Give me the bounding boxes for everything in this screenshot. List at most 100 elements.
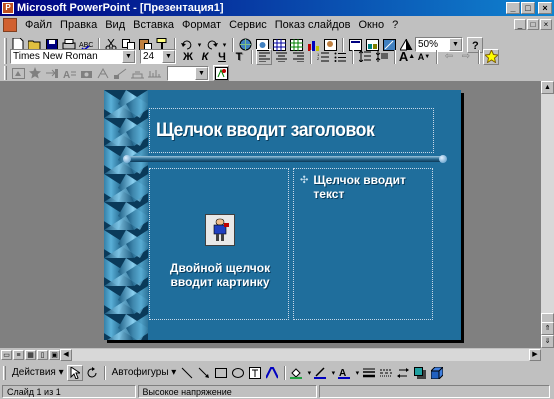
typewriter-effect-icon[interactable] — [129, 65, 145, 81]
document-system-menu-icon[interactable] — [3, 18, 17, 32]
numbering-icon[interactable]: 12 — [315, 49, 331, 65]
bullets-icon[interactable] — [332, 49, 348, 65]
previous-slide-button[interactable]: ⇑ — [541, 322, 554, 335]
align-left-icon[interactable] — [256, 48, 272, 65]
svg-text:2: 2 — [317, 56, 320, 61]
select-objects-icon[interactable] — [66, 365, 83, 381]
star-icon[interactable] — [27, 65, 43, 81]
fill-color-dropdown[interactable]: ▾ — [306, 365, 312, 381]
notes-view-icon[interactable]: ▯ — [37, 350, 48, 360]
font-color-dropdown[interactable]: ▾ — [354, 365, 360, 381]
text-box-icon[interactable] — [247, 365, 263, 381]
align-right-icon[interactable] — [290, 49, 306, 65]
chevron-down-icon[interactable]: ▼ — [122, 50, 135, 63]
menu-edit[interactable]: Правка — [56, 19, 101, 31]
close-button[interactable]: × — [538, 2, 552, 14]
menu-tools[interactable]: Сервис — [225, 19, 271, 31]
custom-animation-icon[interactable] — [213, 65, 229, 81]
increase-spacing-icon[interactable] — [357, 49, 373, 65]
chevron-down-icon[interactable]: ▼ — [195, 66, 208, 80]
reverse-order-icon[interactable] — [146, 65, 162, 81]
rectangle-icon[interactable] — [213, 365, 229, 381]
actions-menu-button[interactable]: Действия ▾ — [9, 365, 67, 381]
title-bar[interactable]: P Microsoft PowerPoint - [Презентация1] … — [0, 0, 554, 16]
line-style-icon[interactable] — [361, 365, 377, 381]
text-placeholder[interactable]: ✣ Щелчок вводит текст — [293, 168, 433, 320]
slide-show-view-icon[interactable]: ▣ — [49, 350, 60, 360]
underline-button[interactable]: Ч — [214, 49, 230, 65]
menu-bar: Файл Правка Вид Вставка Формат Сервис По… — [0, 16, 554, 34]
maximize-button[interactable]: □ — [521, 2, 535, 14]
doc-minimize-button[interactable]: _ — [514, 19, 526, 30]
chevron-down-icon[interactable]: ▼ — [162, 50, 175, 63]
italic-button[interactable]: К — [197, 49, 213, 65]
animation-effects-icon[interactable] — [483, 48, 499, 65]
camera-effect-icon[interactable] — [78, 65, 94, 81]
autoshapes-menu-button[interactable]: Автофигуры ▾ — [109, 365, 180, 381]
slide-sorter-view-icon[interactable]: ▦ — [25, 350, 36, 360]
line-icon[interactable] — [179, 365, 195, 381]
3d-icon[interactable] — [429, 365, 445, 381]
fly-effect-icon[interactable] — [44, 65, 60, 81]
menu-insert[interactable]: Вставка — [129, 19, 178, 31]
menu-format[interactable]: Формат — [178, 19, 225, 31]
next-slide-button[interactable]: ⇓ — [541, 335, 554, 348]
flash-effect-icon[interactable] — [95, 65, 111, 81]
toolbar-grip[interactable] — [4, 66, 7, 80]
svg-text:A: A — [63, 70, 70, 79]
wordart-icon[interactable] — [264, 365, 280, 381]
horizontal-scrollbar[interactable]: ◀ ▶ — [60, 349, 541, 361]
menu-window[interactable]: Окно — [355, 19, 389, 31]
scroll-left-button[interactable]: ◀ — [60, 349, 72, 361]
shadow-icon[interactable] — [412, 365, 428, 381]
toolbar-grip[interactable] — [4, 49, 7, 64]
clipart-icon[interactable] — [205, 214, 235, 246]
window-title: Microsoft PowerPoint - [Презентация1] — [17, 2, 224, 14]
doc-restore-button[interactable]: □ — [527, 19, 539, 30]
outline-view-icon[interactable]: ≡ — [13, 350, 24, 360]
view-bar: ▭ ≡ ▦ ▯ ▣ ◀ ▶ — [0, 348, 554, 362]
fill-color-icon[interactable] — [289, 365, 305, 381]
menu-help[interactable]: ? — [388, 19, 402, 31]
menu-slide-show[interactable]: Показ слайдов — [271, 19, 355, 31]
decrease-spacing-icon[interactable] — [374, 49, 390, 65]
animation-preview-icon[interactable] — [10, 65, 26, 81]
increase-font-icon[interactable]: A ▲ — [399, 49, 415, 65]
status-empty-panel — [318, 385, 550, 398]
font-select[interactable]: Times New Roman ▼ — [10, 49, 136, 64]
title-placeholder[interactable]: Щелчок вводит заголовок — [149, 108, 434, 153]
font-color-icon[interactable]: A — [337, 365, 353, 381]
powerpoint-app-icon[interactable]: P — [2, 2, 14, 14]
line-color-dropdown[interactable]: ▾ — [330, 365, 336, 381]
align-center-icon[interactable] — [273, 49, 289, 65]
free-rotate-icon[interactable] — [84, 365, 100, 381]
decrease-font-icon[interactable]: A ▼ — [416, 49, 432, 65]
scroll-right-button[interactable]: ▶ — [529, 349, 541, 361]
title-divider — [123, 155, 447, 163]
promote-icon[interactable]: ⇦ — [441, 49, 457, 65]
bold-button[interactable]: Ж — [180, 49, 196, 65]
font-size-select[interactable]: 24 ▼ — [140, 49, 176, 64]
menu-file[interactable]: Файл — [21, 19, 56, 31]
shadow-button[interactable]: Т — [231, 49, 247, 65]
demote-icon[interactable]: ⇨ — [458, 49, 474, 65]
vertical-scrollbar[interactable]: ▲ ⇑ ⇓ — [541, 81, 554, 348]
dash-style-icon[interactable] — [378, 365, 394, 381]
line-color-icon[interactable] — [313, 365, 329, 381]
toolbar-grip[interactable] — [3, 366, 6, 380]
arrow-icon[interactable] — [196, 365, 212, 381]
oval-icon[interactable] — [230, 365, 246, 381]
menu-view[interactable]: Вид — [101, 19, 129, 31]
actions-label: Действия — [12, 367, 56, 378]
scroll-up-button[interactable]: ▲ — [541, 81, 554, 94]
minimize-button[interactable]: _ — [506, 2, 520, 14]
normal-view-icon[interactable]: ▭ — [1, 350, 12, 360]
arrow-style-icon[interactable] — [395, 365, 411, 381]
clipart-placeholder[interactable]: Двойной щелчок вводит картинку — [149, 168, 289, 320]
slide-position-status: Слайд 1 из 1 — [2, 385, 136, 398]
animation-order-select[interactable]: ▼ — [167, 65, 209, 81]
doc-close-button[interactable]: × — [540, 19, 552, 30]
drive-effect-icon[interactable]: A — [61, 65, 77, 81]
slide[interactable]: Щелчок вводит заголовок Двойной щелчок в… — [104, 90, 461, 340]
laser-effect-icon[interactable] — [112, 65, 128, 81]
